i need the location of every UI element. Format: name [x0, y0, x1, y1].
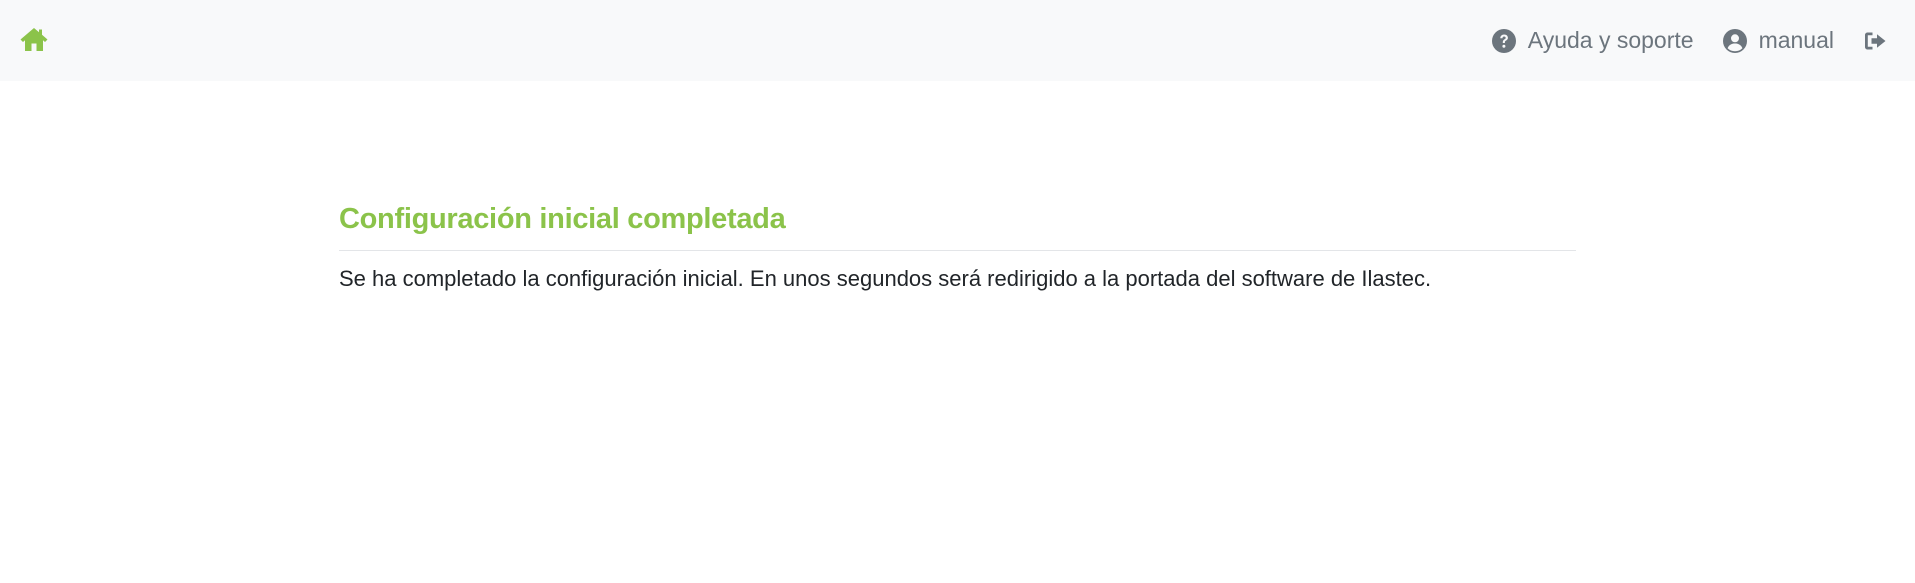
user-menu[interactable]: manual [1722, 27, 1834, 54]
home-link[interactable] [19, 26, 49, 52]
help-support-label: Ayuda y soporte [1527, 27, 1694, 53]
title-divider [339, 250, 1576, 251]
main-content: Configuración inicial completada Se ha c… [339, 198, 1576, 295]
logout-button[interactable] [1863, 29, 1887, 53]
help-support-link[interactable]: Ayuda y soporte [1491, 27, 1694, 54]
navbar-right-menu: Ayuda y soporte manual [1491, 0, 1915, 81]
completion-message: Se ha completado la configuración inicia… [339, 266, 1432, 291]
home-icon [20, 28, 48, 51]
username-label: manual [1758, 27, 1834, 53]
question-circle-icon [1491, 28, 1516, 53]
top-navbar: Ayuda y soporte manual [0, 0, 1915, 81]
sign-out-icon [1865, 32, 1886, 49]
page-title: Configuración inicial completada [339, 203, 786, 235]
user-circle-icon [1722, 28, 1747, 53]
